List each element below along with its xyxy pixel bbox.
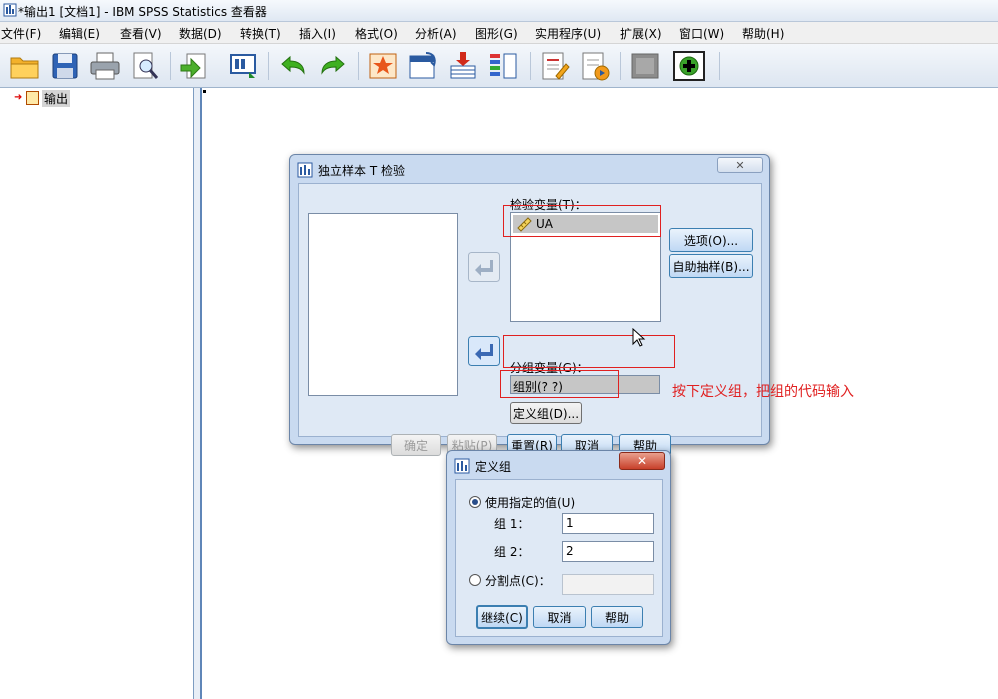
undo-icon[interactable] — [276, 50, 310, 82]
variables-icon[interactable] — [486, 50, 520, 82]
highlight-test-variable — [503, 205, 661, 237]
cut-point-input[interactable] — [562, 574, 654, 595]
mouse-cursor-icon — [632, 328, 646, 347]
menu-extensions[interactable]: 扩展(X) — [620, 25, 662, 42]
toolbar — [0, 44, 998, 88]
content-anchor-dot — [203, 90, 206, 93]
print-preview-icon[interactable] — [128, 50, 162, 82]
redo-icon[interactable] — [316, 50, 350, 82]
ttest-dialog: 独立样本 T 检验 ✕ 检验变量(T)： UA 分组变量(G)： 组别(? ?)… — [289, 154, 770, 456]
ttest-dialog-title: 独立样本 T 检验 — [318, 164, 405, 178]
menu-transform[interactable]: 转换(T) — [240, 25, 281, 42]
bootstrap-button[interactable]: 自助抽样(B)... — [669, 254, 753, 278]
tree-current-arrow-icon: ➜ — [14, 92, 23, 103]
use-specified-values-label: 使用指定的值(U) — [485, 496, 576, 510]
highlight-grouping-variable — [503, 335, 675, 368]
create-title-icon[interactable] — [538, 50, 572, 82]
define-groups-button[interactable]: 定义组(D)... — [510, 402, 582, 424]
toolbar-separator — [530, 52, 531, 80]
toolbar-separator — [358, 52, 359, 80]
tree-item-output[interactable]: 输出 — [42, 90, 71, 107]
group2-label: 组 2： — [494, 545, 530, 559]
group2-input[interactable]: 2 — [562, 541, 654, 562]
close-icon[interactable]: ✕ — [717, 157, 763, 173]
save-icon[interactable] — [48, 50, 82, 82]
continue-button[interactable]: 继续(C) — [476, 605, 528, 629]
define-groups-title: 定义组 — [475, 460, 512, 474]
output-outline-pane — [0, 88, 194, 699]
menu-file[interactable]: 文件(F) — [1, 25, 41, 42]
move-group-var-arrow-icon[interactable] — [468, 336, 500, 366]
define-groups-body: 使用指定的值(U) 组 1： 1 组 2： 2 分割点(C)： 继续(C) 取消… — [455, 479, 663, 637]
spss-app-icon — [3, 3, 17, 17]
define-cancel-button[interactable]: 取消 — [533, 606, 586, 628]
add-icon[interactable] — [672, 50, 706, 82]
menu-window[interactable]: 窗口(W) — [679, 25, 724, 42]
open-folder-icon[interactable] — [8, 50, 42, 82]
menu-graphs[interactable]: 图形(G) — [475, 25, 518, 42]
source-variable-list[interactable] — [308, 213, 458, 396]
menu-view[interactable]: 查看(V) — [120, 25, 162, 42]
title-bar: *输出1 [文档1] - IBM SPSS Statistics 查看器 — [0, 0, 998, 22]
goto-case-icon[interactable] — [366, 50, 400, 82]
toolbar-separator — [719, 52, 720, 80]
use-specified-values-radio[interactable] — [469, 496, 481, 508]
close-icon[interactable]: ✕ — [619, 452, 665, 470]
designate-window-icon[interactable] — [628, 50, 662, 82]
highlight-define-groups — [500, 370, 619, 398]
ok-button[interactable]: 确定 — [391, 434, 441, 456]
dialog-app-icon — [454, 458, 470, 474]
menu-bar: 文件(F) 编辑(E) 查看(V) 数据(D) 转换(T) 插入(I) 格式(O… — [0, 22, 998, 44]
menu-analyze[interactable]: 分析(A) — [415, 25, 457, 42]
define-help-button[interactable]: 帮助 — [591, 606, 643, 628]
menu-insert[interactable]: 插入(I) — [299, 25, 336, 42]
menu-format[interactable]: 格式(O) — [355, 25, 398, 42]
cut-point-radio[interactable] — [469, 574, 481, 586]
print-icon[interactable] — [88, 50, 122, 82]
goto-variable-icon[interactable] — [406, 50, 440, 82]
menu-help[interactable]: 帮助(H) — [742, 25, 784, 42]
output-node-icon — [26, 91, 39, 105]
toolbar-separator — [170, 52, 171, 80]
menu-edit[interactable]: 编辑(E) — [59, 25, 100, 42]
dialog-app-icon — [297, 162, 313, 178]
annotation-text: 按下定义组，把组的代码输入 — [672, 384, 854, 400]
toolbar-separator — [268, 52, 269, 80]
insert-text-icon[interactable] — [578, 50, 612, 82]
toolbar-separator — [620, 52, 621, 80]
export-icon[interactable] — [177, 50, 211, 82]
menu-data[interactable]: 数据(D) — [179, 25, 222, 42]
group1-label: 组 1： — [494, 517, 530, 531]
define-groups-dialog: 定义组 ✕ 使用指定的值(U) 组 1： 1 组 2： 2 分割点(C)： 继续… — [446, 450, 671, 645]
recall-dialog-icon[interactable] — [227, 50, 261, 82]
insert-output-icon[interactable] — [446, 50, 480, 82]
window-title: *输出1 [文档1] - IBM SPSS Statistics 查看器 — [18, 5, 267, 19]
pane-splitter[interactable] — [193, 88, 202, 699]
cut-point-label: 分割点(C)： — [485, 574, 551, 588]
move-test-var-arrow-icon[interactable] — [468, 252, 500, 282]
group1-input[interactable]: 1 — [562, 513, 654, 534]
menu-utilities[interactable]: 实用程序(U) — [535, 25, 601, 42]
options-button[interactable]: 选项(O)... — [669, 228, 753, 252]
